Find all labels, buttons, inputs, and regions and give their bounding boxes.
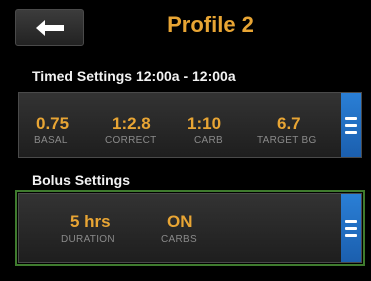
menu-icon (345, 220, 357, 223)
duration-value: 5 hrs (70, 212, 111, 231)
bolus-settings-heading: Bolus Settings (32, 172, 131, 188)
basal-label: BASAL (34, 135, 68, 146)
timed-settings-menu-button[interactable] (341, 93, 361, 157)
timed-settings-heading: Timed Settings 12:00a - 12:00a (32, 68, 236, 84)
target-bg-value: 6.7 (277, 114, 301, 133)
carbs-label: CARBS (161, 234, 197, 245)
timed-settings-card[interactable]: 0.75 BASAL 1:2.8 CORRECT 1:10 CARB 6.7 T… (18, 92, 362, 158)
bolus-settings-menu-button[interactable] (341, 194, 361, 262)
menu-icon (345, 117, 357, 120)
basal-value: 0.75 (36, 114, 70, 133)
target-bg-label: TARGET BG (257, 135, 317, 146)
carb-ratio-value: 1:10 (187, 114, 222, 133)
carb-ratio-label: CARB (194, 135, 223, 146)
duration-label: DURATION (61, 234, 115, 245)
bolus-settings-card[interactable]: 5 hrs DURATION ON CARBS (15, 190, 365, 266)
correct-label: CORRECT (105, 135, 157, 146)
correct-value: 1:2.8 (112, 114, 151, 133)
carbs-value: ON (167, 212, 193, 231)
page-title: Profile 2 (167, 12, 254, 37)
